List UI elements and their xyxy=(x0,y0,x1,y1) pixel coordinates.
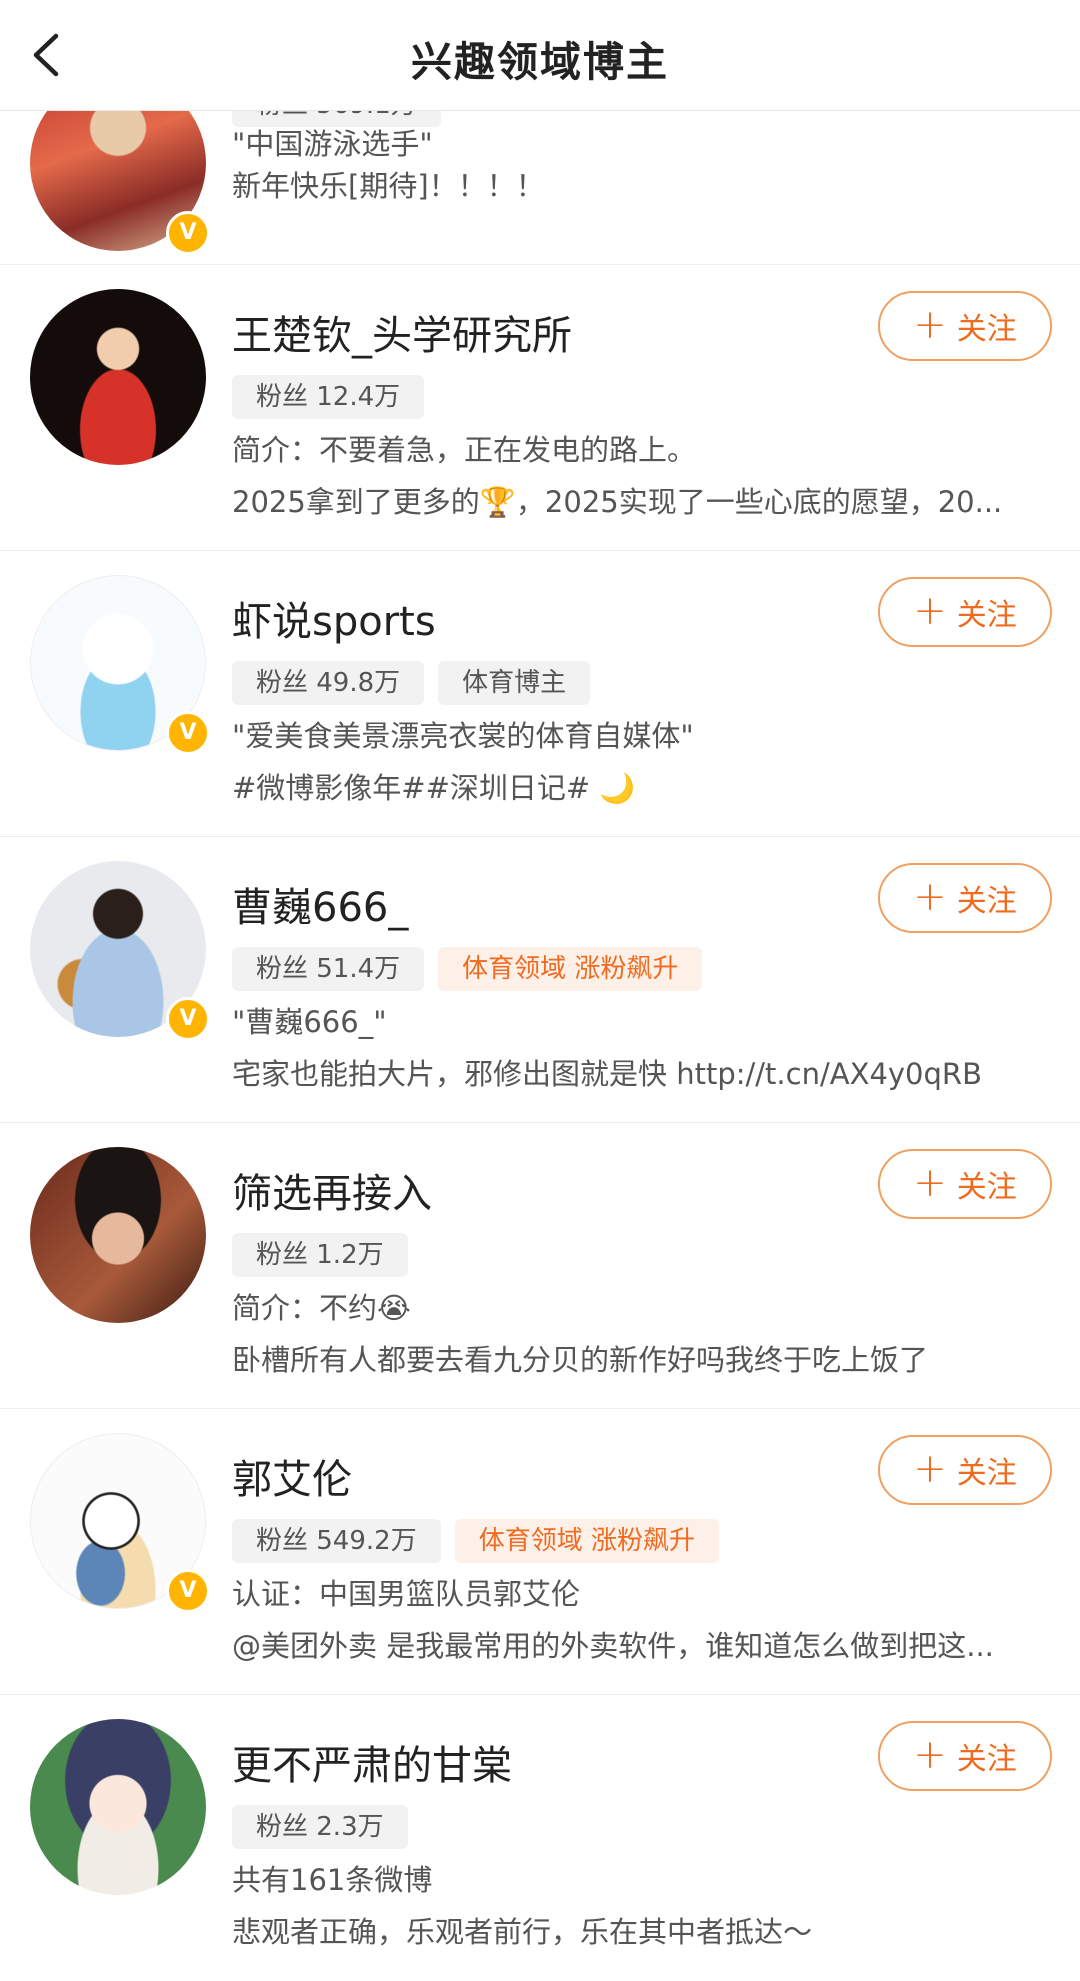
list-item[interactable]: 更不严肃的甘棠 粉丝 2.3万 共有161条微博 悲观者正确，乐观者前行，乐在其… xyxy=(0,1695,1080,1981)
follow-label: 关注 xyxy=(956,1170,1017,1205)
list-item[interactable]: V 曹巍666_ 粉丝 51.4万 体育领域 涨粉飙升 "曹巍666_" 宅家也… xyxy=(0,837,1080,1123)
fans-count-tag: 粉丝 2.3万 xyxy=(232,1805,408,1849)
fans-count-tag: 粉丝 12.4万 xyxy=(232,375,425,419)
avatar[interactable] xyxy=(30,1147,206,1323)
blogger-name[interactable]: 虾说sports xyxy=(232,589,436,647)
blogger-name[interactable]: 筛选再接入 xyxy=(232,1161,432,1219)
bio-text: 简介：不要着急，正在发电的路上。 xyxy=(232,433,697,467)
avatar[interactable]: V xyxy=(30,1433,210,1613)
latest-post-text: #微博影像年##深圳日记# 🌙 xyxy=(232,771,636,805)
plus-icon: + xyxy=(913,1445,947,1492)
verified-badge-icon: V xyxy=(166,211,210,255)
bio-text: 共有161条微博 xyxy=(232,1863,433,1897)
trending-tag: 体育领域 涨粉飙升 xyxy=(438,947,703,991)
latest-post-text: 悲观者正确，乐观者前行，乐在其中者抵达～ xyxy=(232,1915,813,1949)
fans-count-tag: 粉丝 1.2万 xyxy=(232,1233,408,1277)
latest-post-text: 2025拿到了更多的🏆，2025实现了一些心底的愿望，20... xyxy=(232,485,1003,519)
bio-text: 简介：不约😭 xyxy=(232,1291,411,1325)
bio-text: 认证：中国男篮队员郭艾伦 xyxy=(232,1577,581,1611)
plus-icon: + xyxy=(913,587,947,634)
follow-label: 关注 xyxy=(956,312,1017,347)
category-tag: 体育博主 xyxy=(438,661,591,705)
latest-post-text: 卧槽所有人都要去看九分贝的新作好吗我终于吃上饭了 xyxy=(232,1343,929,1377)
plus-icon: + xyxy=(913,873,947,920)
list-item[interactable]: V 粉丝 569.1万 "中国游泳选手" 新年快乐[期待]！！！！ xyxy=(0,75,1080,265)
follow-button[interactable]: + 关注 xyxy=(878,1721,1052,1791)
follow-label: 关注 xyxy=(956,1742,1017,1777)
plus-icon: + xyxy=(913,1159,947,1206)
bio-text: "爱美食美景漂亮衣裳的体育自媒体" xyxy=(232,719,694,753)
latest-post-text: 新年快乐[期待]！！！！ xyxy=(232,169,545,203)
blogger-name[interactable]: 郭艾伦 xyxy=(232,1447,352,1505)
fans-count-tag: 粉丝 49.8万 xyxy=(232,661,425,705)
follow-label: 关注 xyxy=(956,598,1017,633)
list-item[interactable]: V 虾说sports 粉丝 49.8万 体育博主 "爱美食美景漂亮衣裳的体育自媒… xyxy=(0,551,1080,837)
verified-badge-icon: V xyxy=(166,1569,210,1613)
fans-count-tag: 粉丝 51.4万 xyxy=(232,947,425,991)
avatar[interactable]: V xyxy=(30,575,210,755)
list-item[interactable]: 筛选再接入 粉丝 1.2万 简介：不约😭 卧槽所有人都要去看九分贝的新作好吗我终… xyxy=(0,1123,1080,1409)
bio-text: "中国游泳选手" xyxy=(232,127,433,161)
follow-button[interactable]: + 关注 xyxy=(878,1435,1052,1505)
bio-text: "曹巍666_" xyxy=(232,1005,387,1039)
avatar[interactable]: V xyxy=(30,861,210,1041)
follow-label: 关注 xyxy=(956,1456,1017,1491)
top-nav-bar: 兴趣领域博主 xyxy=(0,0,1080,111)
follow-button[interactable]: + 关注 xyxy=(878,1149,1052,1219)
follow-button[interactable]: + 关注 xyxy=(878,577,1052,647)
blogger-name[interactable]: 更不严肃的甘棠 xyxy=(232,1733,512,1791)
list-item[interactable]: 王楚钦_头学研究所 粉丝 12.4万 简介：不要着急，正在发电的路上。 2025… xyxy=(0,265,1080,551)
list-item[interactable]: V 郭艾伦 粉丝 549.2万 体育领域 涨粉飙升 认证：中国男篮队员郭艾伦 @… xyxy=(0,1409,1080,1695)
plus-icon: + xyxy=(913,301,947,348)
trending-tag: 体育领域 涨粉飙升 xyxy=(454,1519,719,1563)
avatar[interactable] xyxy=(30,289,206,465)
verified-badge-icon: V xyxy=(166,711,210,755)
avatar[interactable] xyxy=(30,1719,206,1895)
latest-post-text: 宅家也能拍大片，邪修出图就是快 http://t.cn/AX4y0qRB xyxy=(232,1057,982,1091)
fans-count-tag: 粉丝 549.2万 xyxy=(232,1519,441,1563)
blogger-name[interactable]: 王楚钦_头学研究所 xyxy=(232,303,572,361)
blogger-list: V 粉丝 569.1万 "中国游泳选手" 新年快乐[期待]！！！！ 王楚钦_头学… xyxy=(0,75,1080,1981)
follow-button[interactable]: + 关注 xyxy=(878,291,1052,361)
follow-label: 关注 xyxy=(956,884,1017,919)
latest-post-text: @美团外卖 是我最常用的外卖软件，谁知道怎么做到把这... xyxy=(232,1629,994,1663)
verified-badge-icon: V xyxy=(166,997,210,1041)
page-title: 兴趣领域博主 xyxy=(411,38,669,86)
plus-icon: + xyxy=(913,1731,947,1778)
blogger-name[interactable]: 曹巍666_ xyxy=(232,875,408,933)
follow-button[interactable]: + 关注 xyxy=(878,863,1052,933)
